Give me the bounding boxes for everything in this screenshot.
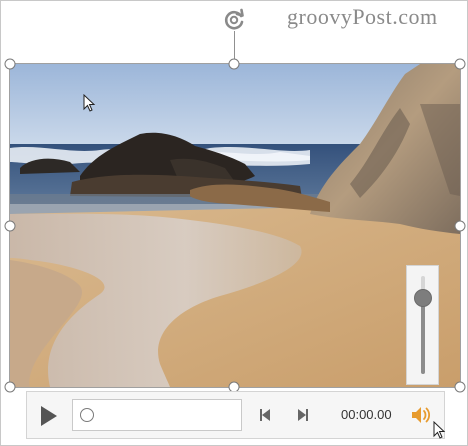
step-back-icon[interactable] xyxy=(256,406,276,424)
video-poster-image xyxy=(10,64,460,387)
playback-time: 00:00.00 xyxy=(341,407,392,422)
video-frame[interactable] xyxy=(9,63,461,388)
resize-handle-right[interactable] xyxy=(454,220,466,232)
volume-slider-thumb[interactable] xyxy=(414,288,432,307)
play-icon[interactable] xyxy=(35,403,61,429)
resize-handle-top[interactable] xyxy=(228,58,240,70)
mouse-pointer-icon xyxy=(83,94,96,112)
resize-handle-bottom-left[interactable] xyxy=(4,381,16,393)
resize-handle-bottom-right[interactable] xyxy=(454,381,466,393)
timeline-playhead[interactable] xyxy=(80,408,94,422)
media-control-bar: 00:00.00 xyxy=(26,391,445,439)
resize-handle-left[interactable] xyxy=(4,220,16,232)
watermark-text: groovyPost.com xyxy=(287,4,438,29)
step-forward-icon[interactable] xyxy=(292,406,312,424)
mouse-pointer-icon xyxy=(433,421,446,439)
timeline-scrubber[interactable] xyxy=(72,399,242,431)
resize-handle-top-right[interactable] xyxy=(454,58,466,70)
volume-slider-fill xyxy=(421,297,425,374)
rotate-handle-icon[interactable] xyxy=(221,7,247,33)
speaker-icon[interactable] xyxy=(409,404,433,426)
resize-handle-top-left[interactable] xyxy=(4,58,16,70)
volume-slider-panel[interactable] xyxy=(406,265,439,385)
slide-canvas: groovyPost.com 00:00.00 xyxy=(0,0,468,446)
